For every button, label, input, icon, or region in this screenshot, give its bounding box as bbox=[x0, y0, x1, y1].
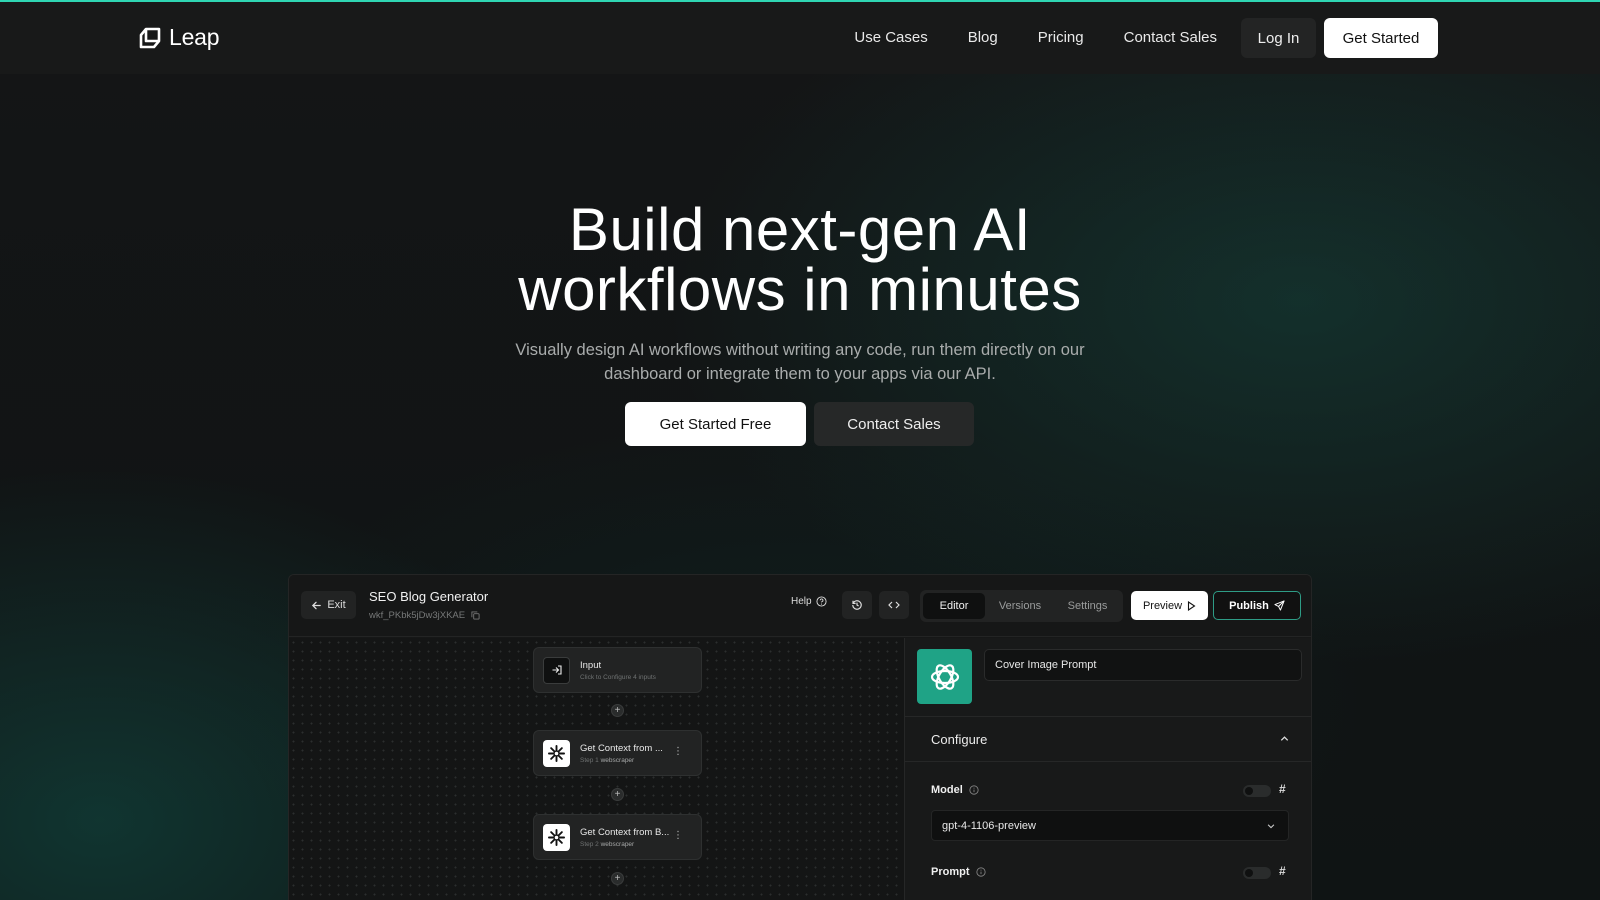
nav-links: Use Cases Blog Pricing Contact Sales Log… bbox=[834, 18, 1438, 58]
preview-label: Preview bbox=[1142, 599, 1183, 612]
chevron-up-icon bbox=[1280, 736, 1289, 741]
logo-text: Leap bbox=[169, 24, 220, 50]
workflow-id-text: wkf_PKbk5jDw3jXKAE bbox=[369, 610, 466, 621]
history-button[interactable] bbox=[842, 591, 872, 619]
nav-link-contact-sales[interactable]: Contact Sales bbox=[1104, 18, 1237, 58]
webscraper-node-icon-box bbox=[543, 739, 570, 767]
hero-title: Build next-gen AI workflows in minutes bbox=[0, 200, 1600, 320]
add-step-button[interactable]: + bbox=[611, 788, 624, 801]
exit-button[interactable]: Exit bbox=[301, 591, 356, 619]
info-icon bbox=[969, 785, 979, 795]
contact-sales-button[interactable]: Contact Sales bbox=[814, 402, 974, 446]
more-vertical-icon[interactable]: ⋮ bbox=[673, 746, 683, 757]
workflow-canvas[interactable]: Input Click to Configure 4 inputs + Get … bbox=[289, 638, 904, 900]
model-label: Model bbox=[931, 784, 963, 796]
send-icon bbox=[1274, 600, 1285, 611]
arrow-left-icon bbox=[312, 601, 322, 609]
add-step-button[interactable]: + bbox=[611, 872, 624, 885]
publish-button[interactable]: Publish bbox=[1213, 591, 1301, 620]
hash-icon[interactable]: # bbox=[1279, 782, 1286, 796]
hash-icon[interactable]: # bbox=[1279, 864, 1286, 878]
webscraper-node-icon-box bbox=[543, 823, 570, 851]
workflow-title: SEO Blog Generator bbox=[369, 589, 489, 604]
node-text: Input Click to Configure 4 inputs bbox=[580, 660, 656, 681]
model-variable-toggle[interactable] bbox=[1243, 785, 1271, 797]
login-arrow-icon bbox=[552, 665, 562, 675]
prompt-field-label: Prompt bbox=[931, 866, 986, 878]
tab-settings[interactable]: Settings bbox=[1055, 593, 1120, 619]
prompt-label: Prompt bbox=[931, 866, 970, 878]
login-button[interactable]: Log In bbox=[1241, 18, 1316, 58]
editor-header: Exit SEO Blog Generator wkf_PKbk5jDw3jXK… bbox=[289, 575, 1311, 637]
node-tag: webscraper bbox=[600, 756, 635, 764]
hero-title-line-1: Build next-gen AI bbox=[568, 196, 1032, 263]
history-icon bbox=[852, 600, 862, 610]
step-config-panel: Cover Image Prompt Configure Model # gpt… bbox=[904, 638, 1311, 900]
workflow-id: wkf_PKbk5jDw3jXKAE bbox=[369, 610, 480, 621]
logo[interactable]: Leap bbox=[139, 24, 220, 51]
top-navbar: Leap Use Cases Blog Pricing Contact Sale… bbox=[0, 2, 1600, 74]
openai-knot-icon bbox=[930, 663, 959, 690]
node-text: Get Context from ... Step 1 webscraper bbox=[580, 743, 663, 764]
node-subtitle: Step 2 webscraper bbox=[580, 841, 669, 848]
input-node-icon-box bbox=[543, 656, 570, 684]
node-title: Get Context from ... bbox=[580, 742, 663, 754]
publish-label: Publish bbox=[1229, 599, 1269, 612]
openai-logo-icon bbox=[917, 649, 972, 704]
node-subtitle: Click to Configure 4 inputs bbox=[580, 673, 656, 681]
model-field-label: Model bbox=[931, 784, 979, 796]
editor-tabs: Editor Versions Settings bbox=[920, 590, 1123, 622]
tab-versions[interactable]: Versions bbox=[985, 593, 1055, 619]
play-icon bbox=[1188, 600, 1196, 611]
nav-link-use-cases[interactable]: Use Cases bbox=[834, 18, 947, 58]
code-button[interactable] bbox=[879, 591, 909, 619]
hero-subtitle: Visually design AI workflows without wri… bbox=[515, 341, 1085, 383]
hero-title-line-2: workflows in minutes bbox=[518, 256, 1082, 323]
webscraper-icon bbox=[548, 744, 565, 762]
node-step: Step 1 bbox=[580, 756, 599, 764]
webscraper-icon bbox=[548, 828, 565, 846]
node-step: Step 2 bbox=[580, 840, 599, 848]
node-title: Get Context from B... bbox=[580, 826, 670, 838]
chevron-down-icon bbox=[1267, 824, 1275, 829]
node-title: Input bbox=[580, 659, 602, 671]
leap-logo-icon bbox=[139, 27, 161, 48]
node-subtitle: Step 1 webscraper bbox=[580, 757, 663, 764]
prompt-variable-toggle[interactable] bbox=[1243, 867, 1271, 879]
help-label: Help bbox=[791, 596, 812, 607]
nav-link-pricing[interactable]: Pricing bbox=[1018, 18, 1104, 58]
node-tag: webscraper bbox=[600, 840, 635, 848]
preview-button[interactable]: Preview bbox=[1131, 591, 1208, 620]
get-started-button[interactable]: Get Started bbox=[1324, 18, 1438, 58]
node-input[interactable]: Input Click to Configure 4 inputs bbox=[533, 647, 702, 693]
tab-editor[interactable]: Editor bbox=[923, 593, 985, 619]
question-circle-icon bbox=[816, 596, 827, 607]
node-webscraper-1[interactable]: Get Context from ... Step 1 webscraper ⋮ bbox=[533, 730, 702, 776]
nav-link-blog[interactable]: Blog bbox=[948, 18, 1018, 58]
node-webscraper-2[interactable]: Get Context from B... Step 2 webscraper … bbox=[533, 814, 702, 860]
app-preview-window: Exit SEO Blog Generator wkf_PKbk5jDw3jXK… bbox=[288, 574, 1312, 900]
model-select-value: gpt-4-1106-preview bbox=[942, 819, 1036, 832]
hero-cta-group: Get Started Free Contact Sales bbox=[625, 402, 974, 446]
help-link[interactable]: Help bbox=[791, 596, 827, 607]
node-text: Get Context from B... Step 2 webscraper bbox=[580, 827, 669, 848]
step-name-input[interactable]: Cover Image Prompt bbox=[984, 649, 1302, 681]
more-vertical-icon[interactable]: ⋮ bbox=[673, 830, 683, 841]
add-step-button[interactable]: + bbox=[611, 704, 624, 717]
configure-label: Configure bbox=[931, 732, 988, 747]
copy-icon[interactable] bbox=[471, 611, 480, 620]
code-icon bbox=[888, 601, 900, 609]
info-icon bbox=[975, 867, 986, 877]
exit-label: Exit bbox=[327, 599, 346, 611]
get-started-free-button[interactable]: Get Started Free bbox=[625, 402, 806, 446]
model-select[interactable]: gpt-4-1106-preview bbox=[931, 810, 1289, 841]
configure-section-header[interactable]: Configure bbox=[905, 716, 1311, 762]
